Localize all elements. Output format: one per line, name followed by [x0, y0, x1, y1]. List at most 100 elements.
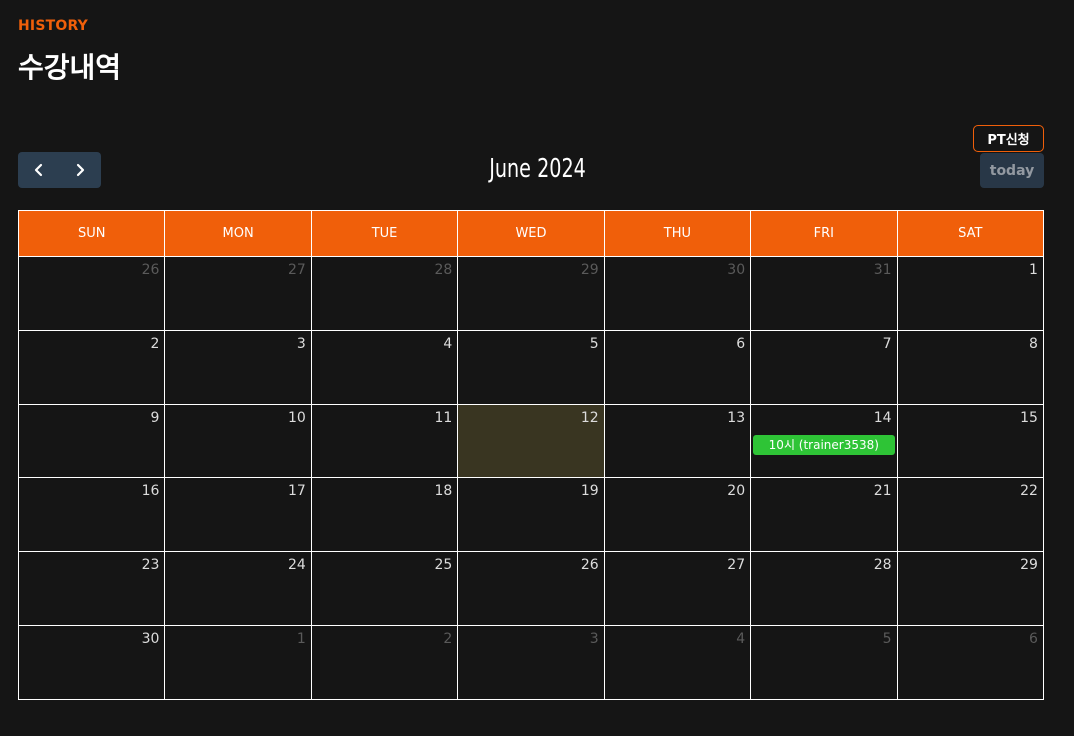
- calendar-day-cell[interactable]: 2: [19, 330, 166, 404]
- calendar-day-cell[interactable]: 26: [19, 257, 166, 330]
- day-number: 14: [873, 409, 892, 426]
- calendar-day-cell[interactable]: 24: [165, 552, 312, 625]
- page-eyebrow: HISTORY: [18, 18, 89, 34]
- day-number: 12: [580, 409, 599, 426]
- today-button[interactable]: today: [980, 153, 1044, 188]
- calendar-day-cell[interactable]: 4: [605, 625, 752, 699]
- calendar-day-cell[interactable]: 27: [165, 257, 312, 330]
- day-number: 22: [1020, 483, 1038, 500]
- day-number: 3: [589, 630, 599, 647]
- day-number: 28: [873, 557, 892, 574]
- calendar-title: June 2024: [489, 154, 586, 184]
- calendar-week-row: 26 27 28 29 30 31 1: [19, 256, 1043, 330]
- day-number: 26: [580, 557, 599, 574]
- day-number: 17: [288, 483, 306, 500]
- day-number: 16: [141, 483, 160, 500]
- calendar-day-cell[interactable]: 25: [312, 552, 459, 625]
- day-number: 20: [727, 483, 746, 500]
- day-number: 25: [434, 557, 453, 574]
- day-number: 15: [1020, 409, 1038, 426]
- day-number: 26: [141, 262, 160, 278]
- day-number: 5: [589, 335, 599, 352]
- day-number: 13: [727, 409, 746, 426]
- calendar-week-row: 9 10 11 12 13 14 10시 (trainer3538) 15: [19, 403, 1043, 478]
- pt-apply-button[interactable]: PT신청: [973, 125, 1044, 152]
- calendar-day-cell[interactable]: 16: [19, 478, 166, 552]
- calendar-nav-group: [18, 152, 101, 188]
- calendar-grid: SUN MON TUE WED THU FRI SAT 26 27 28 29 30 31…: [18, 210, 1044, 700]
- day-number: 27: [288, 262, 306, 278]
- day-number: 28: [434, 262, 453, 278]
- day-number: 1: [296, 630, 306, 647]
- day-number: 5: [882, 630, 892, 647]
- day-number: 4: [736, 630, 746, 647]
- calendar-day-cell[interactable]: 28: [312, 257, 459, 330]
- calendar-day-cell[interactable]: 3: [458, 625, 605, 699]
- calendar-day-cell[interactable]: 26: [458, 552, 605, 625]
- day-number: 9: [150, 409, 160, 426]
- calendar-day-cell[interactable]: 28: [751, 552, 898, 625]
- calendar-day-cell[interactable]: 29: [458, 257, 605, 330]
- weekday-header: TUE: [312, 211, 459, 256]
- weekday-header: MON: [165, 211, 312, 256]
- day-number: 29: [1020, 557, 1038, 574]
- day-number: 10: [288, 409, 306, 426]
- calendar-day-cell[interactable]: 18: [312, 478, 459, 552]
- day-number: 31: [873, 262, 892, 278]
- weekday-header: SUN: [19, 211, 166, 256]
- day-number: 24: [288, 557, 306, 574]
- calendar-day-cell[interactable]: 4: [312, 330, 459, 404]
- calendar-day-cell[interactable]: 1: [165, 625, 312, 699]
- calendar-week-row: 16 17 18 19 20 21 22: [19, 477, 1043, 552]
- calendar-day-cell[interactable]: 21: [751, 478, 898, 552]
- calendar-day-cell[interactable]: 1: [898, 257, 1043, 330]
- calendar-week-row: 2 3 4 5 6 7 8: [19, 329, 1043, 404]
- day-number: 19: [580, 483, 599, 500]
- calendar-day-cell[interactable]: 9: [19, 404, 166, 478]
- calendar-day-cell[interactable]: 30: [605, 257, 752, 330]
- calendar-day-cell[interactable]: 3: [165, 330, 312, 404]
- day-number: 30: [141, 630, 160, 647]
- day-number: 23: [141, 557, 160, 574]
- prev-month-button[interactable]: [18, 152, 60, 188]
- calendar-day-cell-today[interactable]: 12: [458, 404, 605, 478]
- chevron-left-icon: [34, 163, 42, 177]
- calendar-day-cell[interactable]: 17: [165, 478, 312, 552]
- weekday-header-row: SUN MON TUE WED THU FRI SAT: [19, 211, 1043, 256]
- day-number: 3: [296, 335, 306, 352]
- day-number: 29: [580, 262, 599, 278]
- page-title: 수강내역: [18, 51, 122, 84]
- calendar-day-cell[interactable]: 30: [19, 625, 166, 699]
- calendar-day-cell[interactable]: 22: [898, 478, 1043, 551]
- day-number: 2: [150, 335, 160, 352]
- day-number: 11: [434, 409, 453, 426]
- calendar-day-cell[interactable]: 7: [751, 330, 898, 404]
- day-number: 18: [434, 483, 453, 500]
- calendar-week-row: 30 1 2 3 4 5 6: [19, 624, 1043, 699]
- calendar-day-cell[interactable]: 2: [312, 625, 459, 699]
- calendar-day-cell[interactable]: 15: [898, 405, 1043, 478]
- calendar-day-cell[interactable]: 6: [898, 626, 1043, 699]
- calendar-day-cell[interactable]: 11: [312, 404, 459, 478]
- chevron-right-icon: [77, 163, 85, 177]
- calendar-body: 26 27 28 29 30 31 1 2 3 4 5 6 7 8 9 10 11 12 13 14 10시 (trai…: [19, 256, 1043, 699]
- calendar-day-cell[interactable]: 19: [458, 478, 605, 552]
- calendar-event[interactable]: 10시 (trainer3538): [753, 434, 895, 455]
- calendar-day-cell[interactable]: 10: [165, 404, 312, 478]
- calendar-day-cell[interactable]: 6: [605, 330, 752, 404]
- calendar-day-cell[interactable]: 5: [458, 330, 605, 404]
- calendar-day-cell[interactable]: 14 10시 (trainer3538): [751, 404, 898, 478]
- calendar-day-cell[interactable]: 23: [19, 552, 166, 625]
- day-number: 27: [727, 557, 746, 574]
- calendar-day-cell[interactable]: 31: [751, 257, 898, 330]
- calendar-day-cell[interactable]: 8: [898, 331, 1043, 404]
- calendar-day-cell[interactable]: 5: [751, 625, 898, 699]
- calendar-day-cell[interactable]: 13: [605, 404, 752, 478]
- calendar-day-cell[interactable]: 20: [605, 478, 752, 552]
- calendar-day-cell[interactable]: 27: [605, 552, 752, 625]
- day-number: 8: [1029, 335, 1038, 352]
- calendar-day-cell[interactable]: 29: [898, 552, 1043, 625]
- day-number: 4: [443, 335, 453, 352]
- next-month-button[interactable]: [60, 152, 102, 188]
- day-number: 7: [882, 335, 892, 352]
